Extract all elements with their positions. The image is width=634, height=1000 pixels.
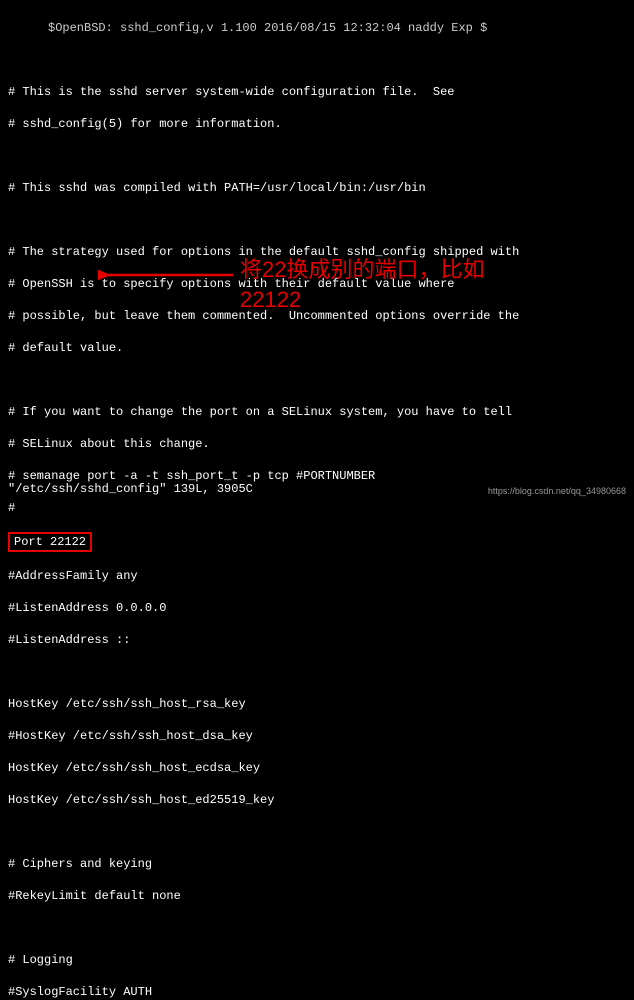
config-line: #RekeyLimit default none <box>8 888 626 904</box>
blank-line <box>8 52 626 68</box>
config-line: #AddressFamily any <box>8 568 626 584</box>
vim-status-line: "/etc/ssh/sshd_config" 139L, 3905C <box>8 482 253 496</box>
config-line: # default value. <box>8 340 626 356</box>
blank-line <box>8 372 626 388</box>
config-line: # This sshd was compiled with PATH=/usr/… <box>8 180 626 196</box>
config-line: # Ciphers and keying <box>8 856 626 872</box>
config-line: #HostKey /etc/ssh/ssh_host_dsa_key <box>8 728 626 744</box>
config-line: # <box>8 500 626 516</box>
blank-line <box>8 920 626 936</box>
config-line: # sshd_config(5) for more information. <box>8 116 626 132</box>
config-line: HostKey /etc/ssh/ssh_host_ecdsa_key <box>8 760 626 776</box>
terminal-content[interactable]: $OpenBSD: sshd_config,v 1.100 2016/08/15… <box>8 4 626 1000</box>
config-line: # Logging <box>8 952 626 968</box>
annotation-line1: 将22换成别的端口，比如 <box>240 255 484 285</box>
file-header: $OpenBSD: sshd_config,v 1.100 2016/08/15… <box>8 20 626 36</box>
config-line: #ListenAddress :: <box>8 632 626 648</box>
config-line: HostKey /etc/ssh/ssh_host_ed25519_key <box>8 792 626 808</box>
annotation-text: 将22换成别的端口，比如 22122 <box>240 255 484 315</box>
blank-line <box>8 664 626 680</box>
config-line: # This is the sshd server system-wide co… <box>8 84 626 100</box>
watermark-text: https://blog.csdn.net/qq_34980668 <box>488 486 626 496</box>
config-line: #ListenAddress 0.0.0.0 <box>8 600 626 616</box>
port-line: Port 22122 <box>8 532 626 552</box>
config-line: # If you want to change the port on a SE… <box>8 404 626 420</box>
config-line: HostKey /etc/ssh/ssh_host_rsa_key <box>8 696 626 712</box>
config-line: # SELinux about this change. <box>8 436 626 452</box>
config-line: #SyslogFacility AUTH <box>8 984 626 1000</box>
port-highlight-box: Port 22122 <box>8 532 92 552</box>
blank-line <box>8 212 626 228</box>
annotation-line2: 22122 <box>240 285 484 315</box>
blank-line <box>8 824 626 840</box>
blank-line <box>8 148 626 164</box>
